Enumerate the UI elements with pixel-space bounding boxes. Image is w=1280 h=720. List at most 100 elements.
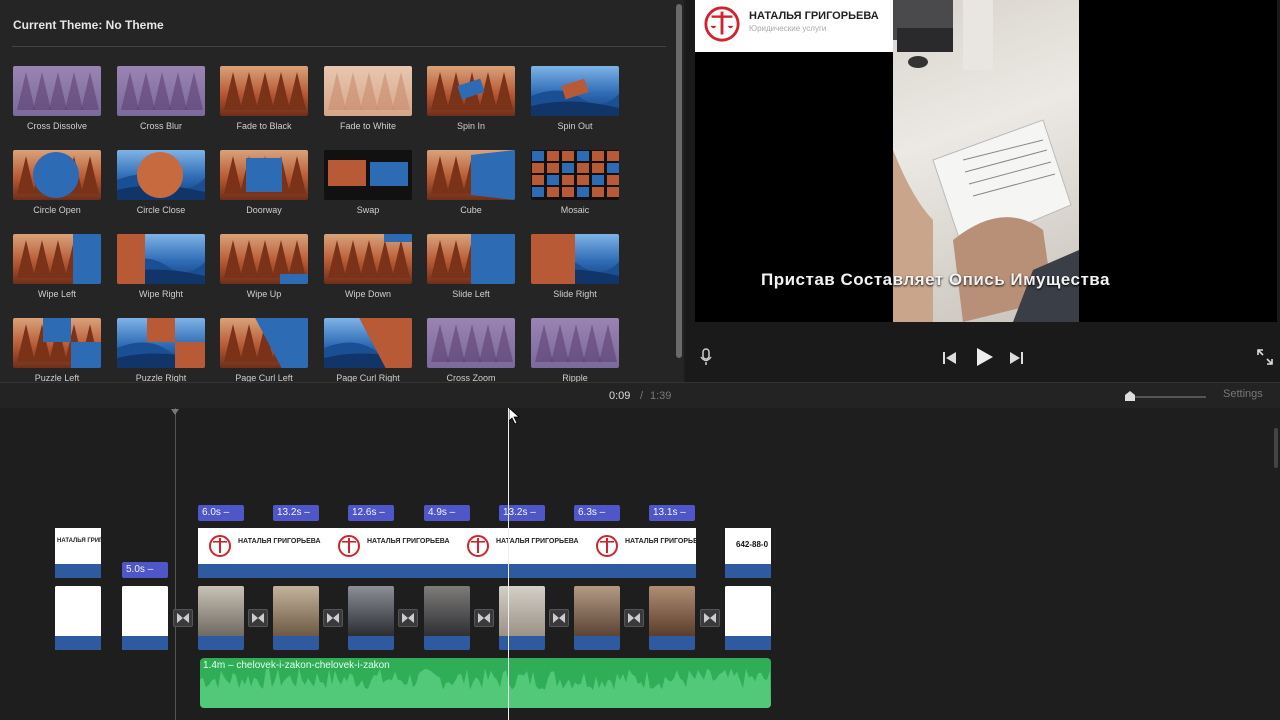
duration-badge[interactable]: 6.0s – bbox=[198, 505, 244, 521]
transition-label: Spin Out bbox=[557, 121, 593, 131]
video-preview[interactable]: НАТАЛЬЯ ГРИГОРЬЕВА Юридические услуги Пр… bbox=[695, 0, 1277, 322]
duration-badge[interactable]: 13.2s – bbox=[273, 505, 319, 521]
microphone-icon[interactable] bbox=[700, 348, 712, 370]
transition-cross-zoom[interactable]: Cross Zoom bbox=[427, 318, 517, 382]
cross-zoom-icon bbox=[427, 318, 515, 368]
transition-page-curl-left[interactable]: Page Curl Left bbox=[220, 318, 310, 382]
transition-circle-open[interactable]: Circle Open bbox=[13, 150, 103, 215]
transition-ripple[interactable]: Ripple bbox=[531, 318, 621, 382]
transition-marker-icon[interactable] bbox=[549, 609, 569, 627]
transition-cross-dissolve[interactable]: Cross Dissolve bbox=[13, 66, 103, 131]
play-icon[interactable] bbox=[975, 348, 993, 370]
clip-thumbnail bbox=[725, 586, 771, 636]
transition-swap[interactable]: Swap bbox=[324, 150, 414, 215]
timeline[interactable]: НАТАЛЬЯ ГРИГОРЬЕВА 5.0s – НАТАЛЬЯ ГРИГОР… bbox=[0, 408, 1280, 720]
transition-label: Cube bbox=[460, 205, 482, 215]
transition-slide-right[interactable]: Slide Right bbox=[531, 234, 621, 299]
title-clip-left[interactable]: НАТАЛЬЯ ГРИГОРЬЕВА bbox=[55, 528, 101, 578]
transition-spin-in[interactable]: Spin In bbox=[427, 66, 517, 131]
puzzle-right-icon bbox=[117, 318, 205, 368]
transition-label: Cross Dissolve bbox=[26, 121, 87, 131]
duration-badge[interactable]: 12.6s – bbox=[348, 505, 394, 521]
title-logo: НАТАЛЬЯ ГРИГОРЬЕВА bbox=[337, 532, 457, 560]
clip-bar bbox=[198, 564, 696, 578]
transition-marker-icon[interactable] bbox=[624, 609, 644, 627]
title-clip-main[interactable]: НАТАЛЬЯ ГРИГОРЬЕВА НАТАЛЬЯ ГРИГОРЬЕВА НАТА… bbox=[198, 528, 696, 578]
video-clip[interactable] bbox=[273, 586, 319, 650]
transition-wipe-down[interactable]: Wipe Down bbox=[324, 234, 414, 299]
video-clip-white[interactable] bbox=[725, 586, 771, 650]
transition-cross-blur[interactable]: Cross Blur bbox=[117, 66, 207, 131]
video-clip[interactable] bbox=[424, 586, 470, 650]
duration-badge[interactable]: 13.1s – bbox=[649, 505, 695, 521]
transition-fade-to-white[interactable]: Fade to White bbox=[324, 66, 414, 131]
transition-marker-icon[interactable] bbox=[323, 609, 343, 627]
title-logo: НАТАЛЬЯ ГРИГОРЬЕВА bbox=[208, 532, 328, 560]
transition-marker-icon[interactable] bbox=[700, 609, 720, 627]
transition-label: Puzzle Left bbox=[34, 373, 80, 382]
transition-label: Page Curl Right bbox=[336, 373, 400, 382]
transition-spin-out[interactable]: Spin Out bbox=[531, 66, 621, 131]
circle-close-icon bbox=[117, 150, 205, 200]
video-clip[interactable] bbox=[649, 586, 695, 650]
video-clip-white[interactable] bbox=[55, 586, 101, 650]
clip-thumbnail bbox=[122, 586, 168, 636]
duration-badge[interactable]: 4.9s – bbox=[424, 505, 470, 521]
skip-back-icon[interactable] bbox=[943, 351, 957, 368]
transition-page-curl-right[interactable]: Page Curl Right bbox=[324, 318, 414, 382]
slide-right-icon bbox=[531, 234, 619, 284]
page-curl-left-icon bbox=[220, 318, 308, 368]
video-clip[interactable] bbox=[348, 586, 394, 650]
time-separator: / bbox=[640, 390, 644, 402]
current-time: 0:09 bbox=[609, 390, 631, 402]
duration-badge[interactable]: 13.2s – bbox=[499, 505, 545, 521]
zoom-slider-track[interactable] bbox=[1130, 396, 1206, 398]
transition-puzzle-right[interactable]: Puzzle Right bbox=[117, 318, 207, 382]
transition-wipe-right[interactable]: Wipe Right bbox=[117, 234, 207, 299]
logo-subtitle: Юридические услуги bbox=[749, 24, 827, 33]
transition-slide-left[interactable]: Slide Left bbox=[427, 234, 517, 299]
video-clip[interactable] bbox=[198, 586, 244, 650]
transition-cube[interactable]: Cube bbox=[427, 150, 517, 215]
skip-forward-icon[interactable] bbox=[1009, 351, 1023, 368]
viewer-panel: НАТАЛЬЯ ГРИГОРЬЕВА Юридические услуги Пр… bbox=[686, 0, 1280, 382]
transition-fade-to-black[interactable]: Fade to Black bbox=[220, 66, 310, 131]
fullscreen-icon[interactable] bbox=[1257, 349, 1273, 369]
settings-button[interactable]: Settings bbox=[1223, 388, 1263, 400]
transition-mosaic[interactable]: Mosaic bbox=[531, 150, 621, 215]
spin-out-icon bbox=[531, 66, 619, 116]
scales-logo-icon bbox=[596, 535, 618, 557]
transition-wipe-up[interactable]: Wipe Up bbox=[220, 234, 310, 299]
title-clip-text: НАТАЛЬЯ ГРИГОРЬЕВА bbox=[367, 538, 450, 545]
clip-thumbnail bbox=[499, 586, 545, 636]
duration-badge[interactable]: 5.0s – bbox=[122, 562, 168, 578]
transition-wipe-left[interactable]: Wipe Left bbox=[13, 234, 103, 299]
transition-marker-icon[interactable] bbox=[398, 609, 418, 627]
transition-label: Spin In bbox=[456, 121, 486, 131]
end-title-text: 642-88-0 bbox=[736, 540, 769, 549]
transition-marker-icon[interactable] bbox=[474, 609, 494, 627]
transition-label: Circle Open bbox=[33, 205, 81, 215]
clip-thumbnail bbox=[198, 586, 244, 636]
video-clip[interactable] bbox=[574, 586, 620, 650]
transition-puzzle-left[interactable]: Puzzle Left bbox=[13, 318, 103, 382]
transition-doorway[interactable]: Doorway bbox=[220, 150, 310, 215]
playhead[interactable] bbox=[508, 408, 509, 720]
video-subtitle: Пристав Составляет Опись Имущества bbox=[761, 270, 1110, 289]
browser-scrollbar[interactable] bbox=[676, 4, 682, 358]
transition-circle-close[interactable]: Circle Close bbox=[117, 150, 207, 215]
transition-label: Cross Blur bbox=[139, 121, 182, 131]
page-curl-right-icon bbox=[324, 318, 412, 368]
clip-bar bbox=[55, 636, 101, 650]
transition-label: Mosaic bbox=[560, 205, 590, 215]
mouse-cursor-icon bbox=[509, 408, 521, 424]
zoom-slider-knob[interactable] bbox=[1125, 391, 1135, 401]
transition-marker-icon[interactable] bbox=[248, 609, 268, 627]
duration-badge[interactable]: 6.3s – bbox=[574, 505, 620, 521]
video-clip-white[interactable] bbox=[122, 586, 168, 650]
video-clip[interactable] bbox=[499, 586, 545, 650]
audio-clip[interactable]: 1.4m – chelovek-i-zakon-chelovek-i-zakon bbox=[200, 658, 771, 708]
title-clip-end[interactable]: 642-88-0 bbox=[725, 528, 771, 578]
transition-marker-icon[interactable] bbox=[173, 609, 193, 627]
timeline-scrollbar[interactable] bbox=[1274, 428, 1278, 468]
